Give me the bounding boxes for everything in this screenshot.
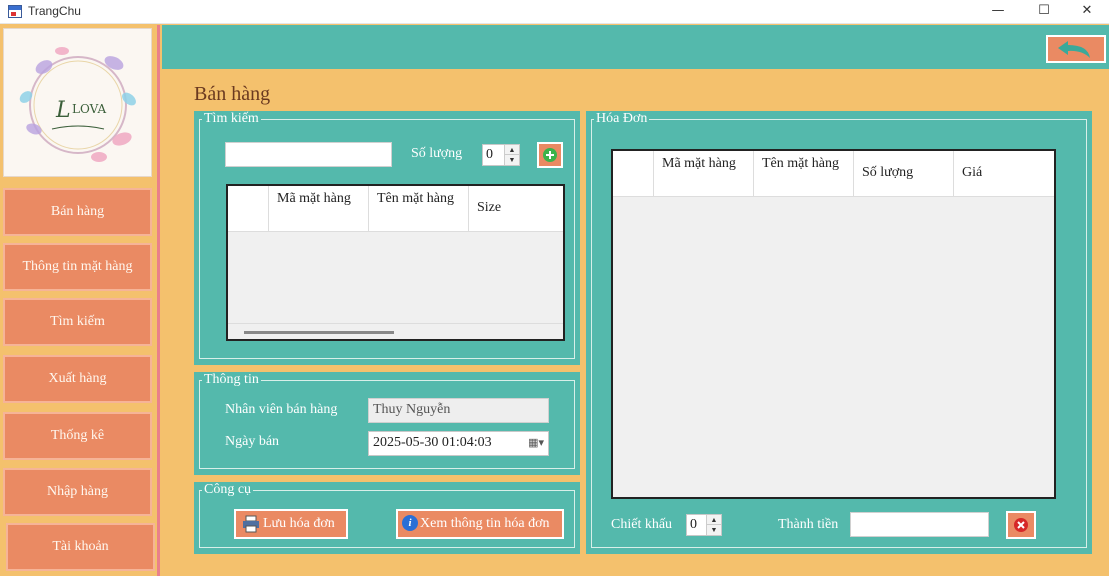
- delete-icon: [1014, 518, 1028, 532]
- view-invoice-button[interactable]: i Xem thông tin hóa đơn: [396, 509, 564, 539]
- qty-stepper[interactable]: 0 ▲ ▼: [482, 144, 520, 166]
- view-invoice-label: Xem thông tin hóa đơn: [420, 516, 550, 531]
- discount-label: Chiết khấu: [611, 517, 673, 532]
- top-header: [162, 25, 1109, 69]
- employee-label: Nhân viên bán hàng: [225, 402, 338, 417]
- product-grid[interactable]: Mã mặt hàng Tên mặt hàng Size: [226, 184, 565, 341]
- info-icon: i: [402, 515, 418, 531]
- invoice-group-legend: Hóa Đơn: [594, 111, 650, 127]
- window-titlebar: TrangChu — ☐ ✕: [0, 0, 1109, 24]
- invoice-col-gia[interactable]: Giá: [953, 151, 1054, 196]
- employee-field[interactable]: Thuy Nguyễn: [368, 398, 549, 423]
- col-ten-mat-hang[interactable]: Tên mặt hàng: [368, 186, 468, 231]
- back-button[interactable]: [1046, 35, 1106, 63]
- invoice-row-header-cell: [613, 151, 653, 196]
- save-invoice-button[interactable]: Lưu hóa đơn: [234, 509, 348, 539]
- invoice-col-ma-mat-hang[interactable]: Mã mặt hàng: [653, 151, 753, 196]
- save-invoice-label: Lưu hóa đơn: [263, 516, 335, 531]
- invoice-col-so-luong[interactable]: Số lượng: [853, 151, 953, 196]
- scrollbar-thumb[interactable]: [244, 331, 394, 334]
- add-item-button[interactable]: [537, 142, 563, 168]
- tools-group-legend: Công cụ: [202, 482, 254, 498]
- discount-value: 0: [690, 517, 697, 532]
- svg-text:L: L: [55, 98, 71, 123]
- sidebar-item-thong-ke[interactable]: Thống kê: [3, 412, 152, 460]
- app-form-icon: [8, 5, 22, 18]
- qty-label: Số lượng: [411, 146, 463, 161]
- date-label: Ngày bán: [225, 434, 280, 449]
- discount-up-icon[interactable]: ▲: [707, 515, 721, 525]
- lova-logo: L LOVA: [3, 28, 152, 177]
- discount-down-icon[interactable]: ▼: [707, 525, 721, 535]
- page-title: Bán hàng: [194, 83, 271, 105]
- delete-invoice-button[interactable]: [1006, 511, 1036, 539]
- tools-group: Công cụ Lưu hóa đơn i Xem thông tin hóa …: [194, 482, 580, 554]
- sale-date-value: 2025-05-30 01:04:03: [373, 435, 492, 450]
- invoice-grid[interactable]: Mã mặt hàng Tên mặt hàng Số lượng Giá: [611, 149, 1056, 499]
- sidebar-item-tai-khoan[interactable]: Tài khoản: [6, 523, 155, 571]
- row-header-cell: [228, 186, 268, 231]
- search-group: Tìm kiếm Số lượng 0 ▲ ▼ Mã mặt hàng Tên …: [194, 111, 580, 365]
- sale-date-picker[interactable]: 2025-05-30 01:04:03 ▦▾: [368, 431, 549, 456]
- qty-down-icon[interactable]: ▼: [505, 155, 519, 165]
- maximize-icon[interactable]: ☐: [1021, 0, 1067, 24]
- search-group-legend: Tìm kiếm: [202, 111, 261, 127]
- qty-value: 0: [486, 147, 493, 162]
- calendar-dropdown-icon[interactable]: ▦▾: [528, 436, 544, 449]
- sidebar-item-thong-tin-mat-hang[interactable]: Thông tin mặt hàng: [3, 243, 152, 291]
- close-icon[interactable]: ✕: [1064, 0, 1109, 24]
- invoice-col-ten-mat-hang[interactable]: Tên mặt hàng: [753, 151, 853, 196]
- printer-icon: [241, 514, 261, 534]
- sidebar-item-xuat-hang[interactable]: Xuất hàng: [3, 355, 152, 403]
- info-group-legend: Thông tin: [202, 372, 261, 388]
- total-label: Thành tiền: [778, 517, 839, 532]
- horizontal-scrollbar[interactable]: [228, 323, 563, 339]
- search-input[interactable]: [225, 142, 392, 167]
- invoice-grid-body: [613, 197, 1054, 497]
- invoice-group: Hóa Đơn Mã mặt hàng Tên mặt hàng Số lượn…: [586, 111, 1092, 554]
- plus-icon: [543, 148, 557, 162]
- minimize-icon[interactable]: —: [975, 0, 1021, 24]
- back-arrow-icon: [1058, 41, 1090, 58]
- sidebar-item-tim-kiem[interactable]: Tìm kiếm: [3, 298, 152, 346]
- sidebar-item-nhap-hang[interactable]: Nhập hàng: [3, 468, 152, 516]
- total-field[interactable]: [850, 512, 989, 537]
- info-group: Thông tin Nhân viên bán hàng Thuy Nguyễn…: [194, 372, 580, 475]
- sidebar: L LOVA Bán hàng Thông tin mặt hàng Tìm k…: [0, 25, 160, 576]
- window-title: TrangChu: [28, 4, 81, 18]
- col-size[interactable]: Size: [468, 186, 565, 231]
- col-ma-mat-hang[interactable]: Mã mặt hàng: [268, 186, 368, 231]
- qty-up-icon[interactable]: ▲: [505, 145, 519, 155]
- discount-stepper[interactable]: 0 ▲ ▼: [686, 514, 722, 536]
- sidebar-item-ban-hang[interactable]: Bán hàng: [3, 188, 152, 236]
- logo-text: LOVA: [72, 102, 106, 116]
